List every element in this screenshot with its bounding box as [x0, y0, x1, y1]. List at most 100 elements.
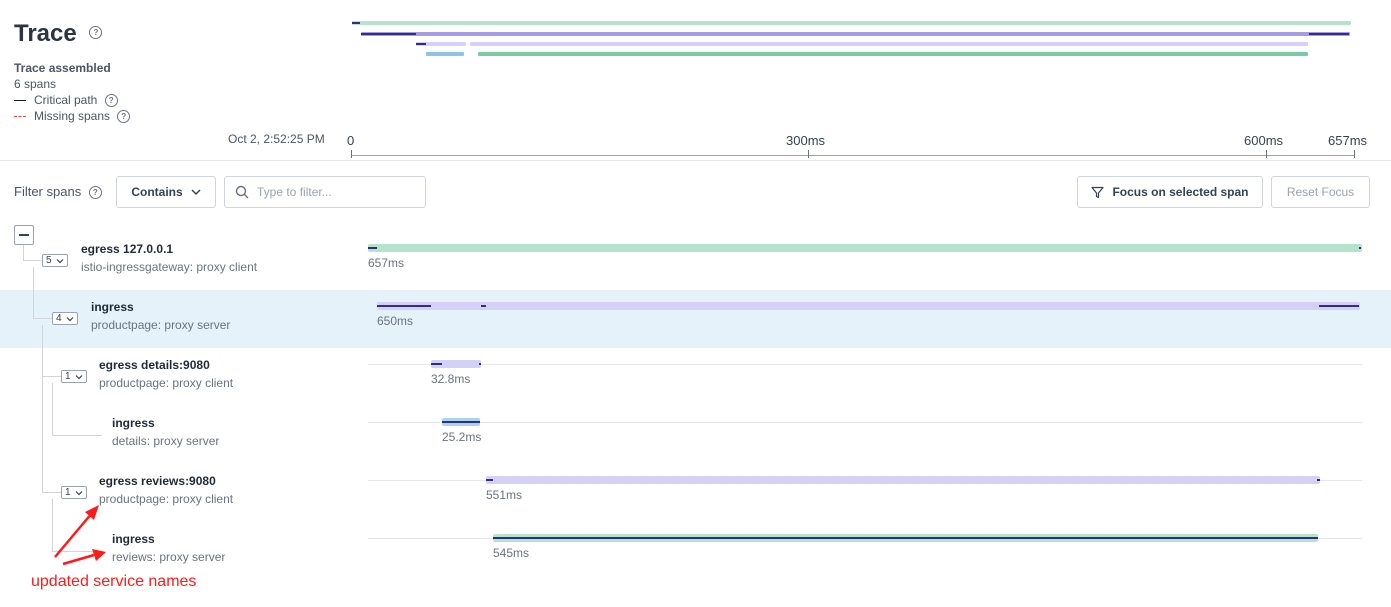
span-name: egress 127.0.0.1	[81, 242, 174, 256]
tree-connector	[42, 325, 43, 493]
trace-minimap[interactable]	[352, 20, 1352, 60]
span-track	[368, 422, 1362, 423]
child-count-toggle[interactable]: 1	[61, 370, 87, 383]
child-count-toggle[interactable]: 1	[61, 486, 87, 499]
tick-mark	[808, 150, 809, 158]
tree-connector	[23, 245, 24, 261]
span-duration: 25.2ms	[442, 430, 482, 444]
annotation-label: updated service names	[31, 573, 197, 590]
critical-path-segment	[1317, 479, 1320, 481]
help-icon[interactable]: ?	[88, 186, 102, 200]
minimap-critical	[361, 33, 416, 35]
filter-input[interactable]: Type to filter...	[224, 176, 426, 208]
chevron-down-icon	[191, 189, 201, 196]
critical-path-segment	[1359, 247, 1361, 249]
title-text: Trace	[14, 20, 77, 47]
chevron-down-icon	[56, 258, 63, 263]
critical-path-segment	[377, 305, 431, 307]
minimap-critical	[416, 43, 426, 45]
span-count: 6 spans	[14, 77, 57, 91]
span-bar[interactable]	[377, 302, 1360, 310]
arrow-icon	[54, 512, 93, 558]
help-icon[interactable]: ?	[117, 110, 131, 124]
minimap-critical	[352, 22, 360, 24]
chevron-down-icon	[66, 316, 73, 321]
span-duration: 545ms	[493, 546, 530, 560]
ruler-axis	[351, 155, 1355, 156]
trace-status: Trace assembled	[14, 61, 111, 75]
search-icon	[235, 185, 249, 199]
tick-label: 300ms	[786, 133, 826, 148]
span-name: ingress	[112, 416, 155, 430]
critical-path-segment	[442, 421, 480, 423]
child-count-toggle[interactable]: 4	[52, 312, 78, 325]
tree-connector	[52, 383, 53, 436]
arrow-icon	[62, 553, 95, 566]
reset-focus-button[interactable]: Reset Focus	[1271, 176, 1370, 208]
span-service: details: proxy server	[112, 434, 220, 448]
annotation-arrows	[54, 505, 106, 566]
chevron-down-icon	[75, 374, 82, 379]
reset-button-label: Reset Focus	[1286, 185, 1355, 199]
critical-path-segment	[479, 363, 481, 365]
span-service: reviews: proxy server	[112, 550, 226, 564]
child-count: 5	[46, 255, 52, 266]
minus-icon	[19, 234, 29, 236]
span-name: ingress	[91, 300, 134, 314]
span-bar[interactable]	[368, 244, 1362, 252]
tree-connector	[33, 318, 52, 319]
span-duration: 650ms	[377, 314, 414, 328]
span-name: egress details:9080	[99, 358, 210, 372]
child-count: 4	[56, 313, 62, 324]
solid-line-icon	[14, 100, 26, 102]
tick-label: 657ms	[1328, 133, 1368, 148]
span-track	[368, 364, 1362, 365]
filter-mode-select[interactable]: Contains	[116, 176, 216, 208]
dashed-line-icon	[14, 116, 26, 118]
focus-selected-span-button[interactable]: Focus on selected span	[1077, 176, 1263, 208]
span-name: egress reviews:9080	[99, 474, 216, 488]
page-title: Trace ?	[14, 20, 103, 48]
collapse-all-button[interactable]	[14, 225, 34, 245]
child-count: 1	[65, 487, 71, 498]
critical-path-segment	[1319, 305, 1359, 307]
span-duration: 32.8ms	[431, 372, 471, 386]
filter-icon	[1091, 186, 1105, 198]
minimap-span	[426, 52, 464, 56]
child-count-toggle[interactable]: 5	[42, 254, 68, 267]
span-service: productpage: proxy client	[99, 376, 234, 390]
help-icon[interactable]: ?	[104, 94, 118, 108]
tick-mark	[1266, 150, 1267, 158]
tick-mark	[351, 150, 352, 158]
filter-label: Filter spans ?	[14, 184, 102, 200]
span-bar[interactable]	[486, 476, 1320, 484]
tree-connector	[42, 376, 61, 377]
tick-label: 0	[347, 133, 355, 148]
critical-path-segment	[493, 537, 1318, 539]
minimap-span	[352, 21, 1351, 25]
arrowhead-icon	[92, 549, 106, 561]
child-count: 1	[65, 371, 71, 382]
span-service: productpage: proxy server	[91, 318, 231, 332]
minimap-span	[478, 52, 1308, 56]
span-service: istio-ingressgateway: proxy client	[81, 260, 258, 274]
legend-label: Critical path	[34, 93, 98, 107]
chevron-down-icon	[75, 490, 82, 495]
tree-connector	[42, 492, 61, 493]
tick-label: 600ms	[1244, 133, 1284, 148]
trace-start-time: Oct 2, 2:52:25 PM	[228, 132, 325, 146]
filter-placeholder: Type to filter...	[257, 185, 332, 199]
help-icon[interactable]: ?	[89, 26, 103, 40]
critical-path-segment	[481, 305, 486, 307]
critical-path-segment	[368, 247, 377, 249]
filter-label-text: Filter spans	[14, 184, 82, 199]
tick-mark	[1354, 150, 1355, 158]
minimap-span	[361, 32, 1350, 36]
filter-mode-label: Contains	[131, 185, 183, 199]
header-divider	[0, 160, 1391, 161]
legend-label: Missing spans	[34, 109, 111, 123]
legend-missing-spans: Missing spans ?	[14, 109, 131, 124]
legend-critical-path: Critical path ?	[14, 93, 118, 108]
span-duration: 551ms	[486, 488, 523, 502]
minimap-span	[470, 42, 1308, 46]
